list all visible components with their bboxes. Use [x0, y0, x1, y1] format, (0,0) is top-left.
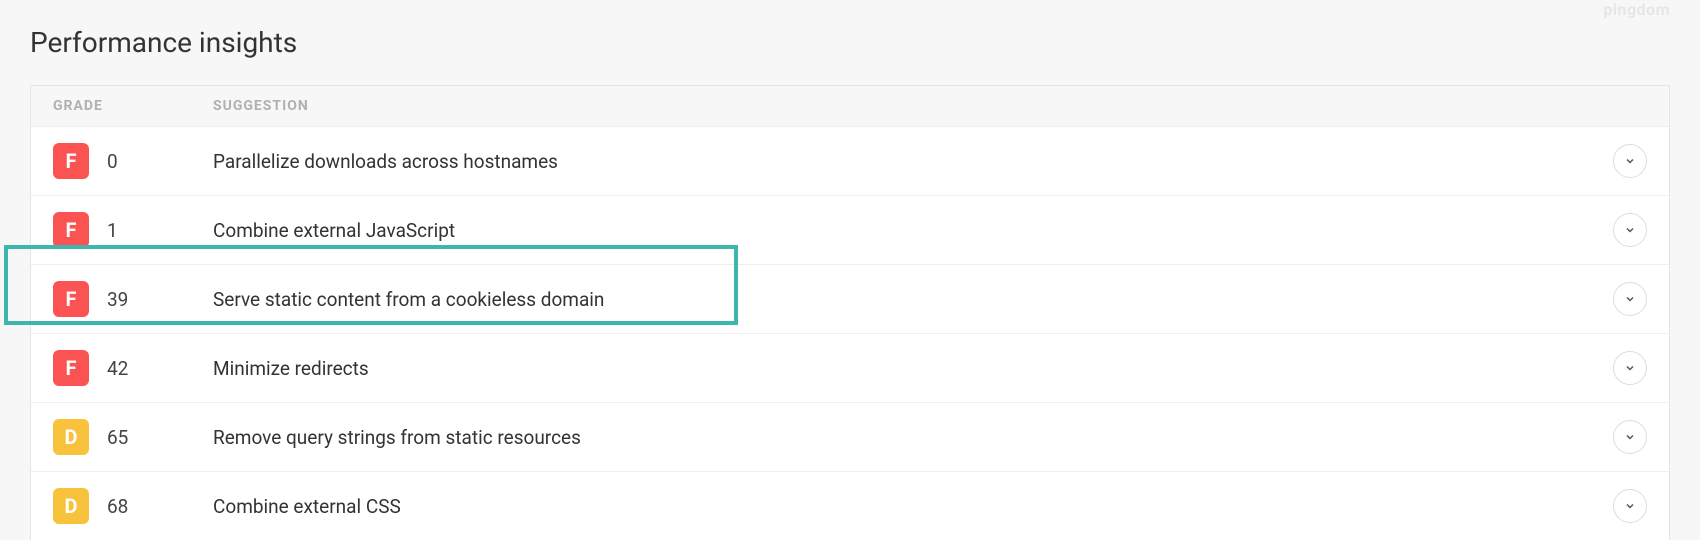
table-row[interactable]: F 1 Combine external JavaScript — [31, 195, 1669, 264]
chevron-down-icon — [1624, 224, 1636, 236]
grade-badge: F — [53, 350, 89, 386]
suggestion-text: Minimize redirects — [213, 357, 1613, 380]
grade-cell: D 65 — [53, 419, 213, 455]
grade-score: 42 — [107, 357, 128, 380]
grade-score: 65 — [107, 426, 128, 449]
suggestion-text: Combine external CSS — [213, 495, 1613, 518]
chevron-down-icon — [1624, 293, 1636, 305]
grade-score: 39 — [107, 288, 128, 311]
grade-badge: F — [53, 143, 89, 179]
expand-button[interactable] — [1613, 351, 1647, 385]
table-row[interactable]: F 42 Minimize redirects — [31, 333, 1669, 402]
grade-score: 68 — [107, 495, 128, 518]
chevron-down-icon — [1624, 500, 1636, 512]
table-row[interactable]: F 39 Serve static content from a cookiel… — [31, 264, 1669, 333]
page-title: Performance insights — [30, 26, 1670, 59]
grade-cell: F 39 — [53, 281, 213, 317]
grade-cell: D 68 — [53, 488, 213, 524]
suggestion-text: Combine external JavaScript — [213, 219, 1613, 242]
grade-badge: F — [53, 212, 89, 248]
header-suggestion: SUGGESTION — [213, 98, 1647, 114]
grade-cell: F 42 — [53, 350, 213, 386]
table-row[interactable]: D 65 Remove query strings from static re… — [31, 402, 1669, 471]
suggestion-text: Parallelize downloads across hostnames — [213, 150, 1613, 173]
grade-cell: F 1 — [53, 212, 213, 248]
suggestion-text: Remove query strings from static resourc… — [213, 426, 1613, 449]
suggestion-text: Serve static content from a cookieless d… — [213, 288, 1613, 311]
chevron-down-icon — [1624, 431, 1636, 443]
grade-badge: D — [53, 419, 89, 455]
expand-button[interactable] — [1613, 489, 1647, 523]
grade-badge: F — [53, 281, 89, 317]
grade-badge: D — [53, 488, 89, 524]
table-row[interactable]: D 68 Combine external CSS — [31, 471, 1669, 540]
header-grade: GRADE — [53, 98, 213, 114]
chevron-down-icon — [1624, 362, 1636, 374]
expand-button[interactable] — [1613, 144, 1647, 178]
chevron-down-icon — [1624, 155, 1636, 167]
table-row[interactable]: F 0 Parallelize downloads across hostnam… — [31, 126, 1669, 195]
expand-button[interactable] — [1613, 213, 1647, 247]
grade-score: 0 — [107, 150, 118, 173]
expand-button[interactable] — [1613, 420, 1647, 454]
insights-table: GRADE SUGGESTION F 0 Parallelize downloa… — [30, 85, 1670, 540]
table-header: GRADE SUGGESTION — [31, 86, 1669, 126]
grade-score: 1 — [107, 219, 118, 242]
grade-cell: F 0 — [53, 143, 213, 179]
watermark-text: pingdom — [1603, 0, 1670, 19]
expand-button[interactable] — [1613, 282, 1647, 316]
